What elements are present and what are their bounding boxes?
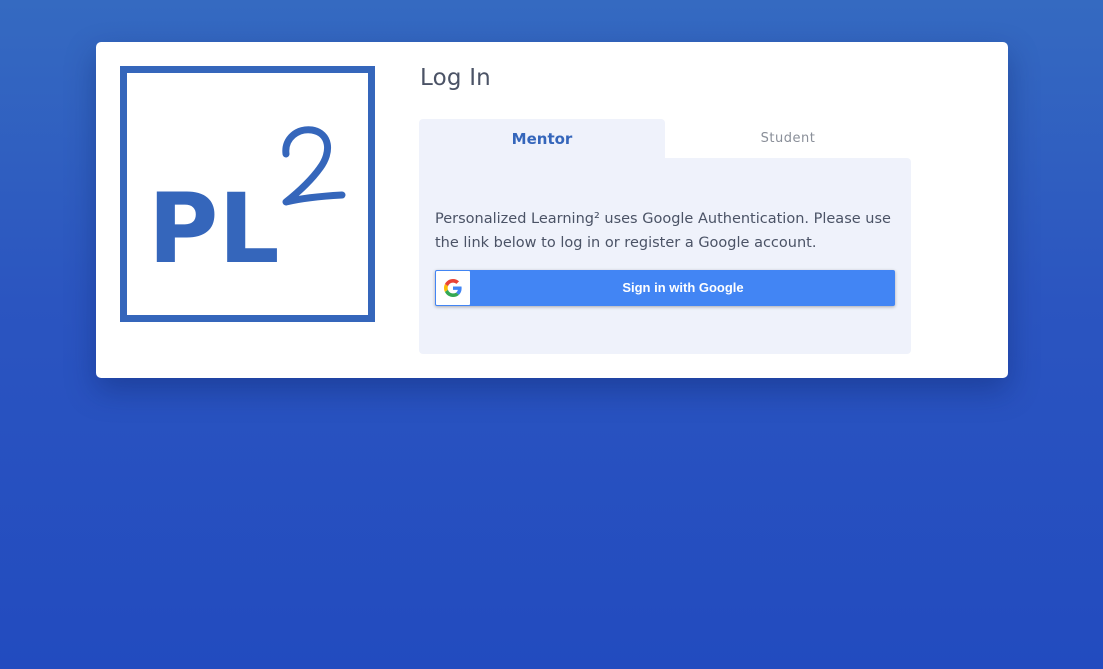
pl2-logo: PL	[120, 66, 375, 322]
tab-mentor[interactable]: Mentor	[419, 119, 665, 158]
tab-student[interactable]: Student	[665, 119, 911, 158]
login-card: PL Log In Mentor Student Personalized Le…	[96, 42, 1008, 378]
auth-info-text: Personalized Learning² uses Google Authe…	[435, 211, 891, 251]
google-button-label: Sign in with Google	[622, 280, 744, 295]
page-title: Log In	[420, 65, 491, 91]
mentor-panel: Personalized Learning² uses Google Authe…	[419, 158, 911, 354]
google-g-icon	[444, 279, 462, 297]
login-tabs: Mentor Student	[419, 119, 911, 158]
google-icon-container	[436, 271, 470, 305]
sign-in-with-google-button[interactable]: Sign in with Google	[435, 270, 895, 306]
logo-text: PL	[148, 173, 280, 285]
